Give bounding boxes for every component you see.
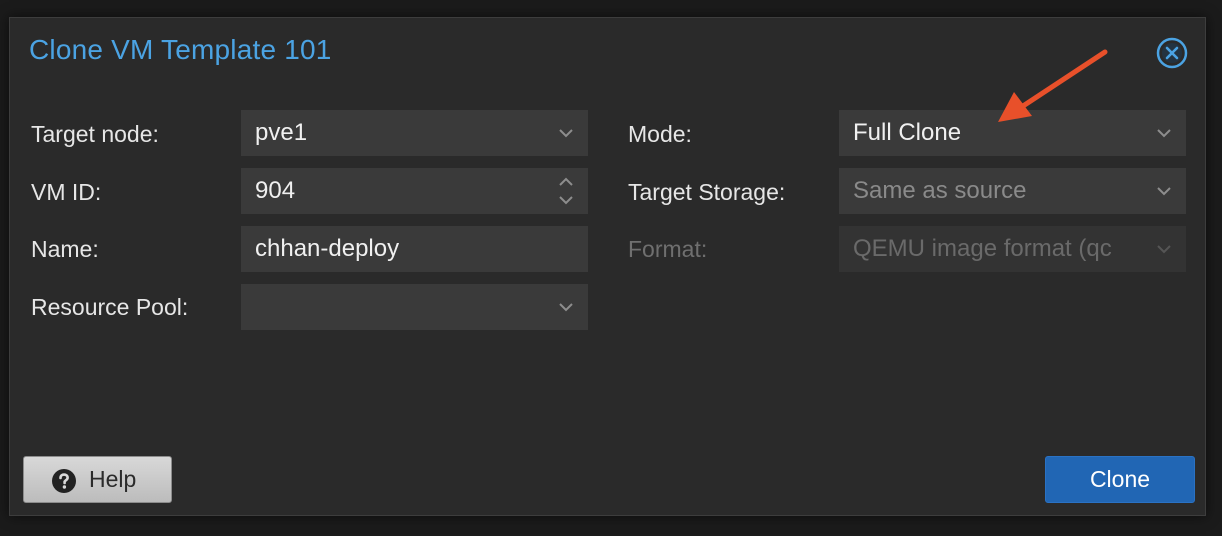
name-label: Name:: [31, 236, 99, 262]
target-node-label: Target node:: [31, 121, 159, 147]
question-circle-icon: [52, 469, 76, 493]
close-icon[interactable]: [1156, 37, 1188, 69]
spinner-arrows-icon[interactable]: [556, 174, 576, 208]
mode-select[interactable]: Full Clone: [839, 110, 1186, 156]
help-button[interactable]: Help: [23, 456, 172, 503]
chevron-down-icon[interactable]: [1154, 181, 1174, 201]
clone-vm-dialog: Clone VM Template 101 Target node: pve1 …: [9, 17, 1206, 516]
format-label: Format:: [628, 236, 708, 262]
vm-id-label: VM ID:: [31, 179, 102, 205]
vm-id-input[interactable]: 904: [241, 168, 588, 214]
mode-label: Mode:: [628, 121, 692, 147]
chevron-down-icon[interactable]: [556, 297, 576, 317]
target-node-select[interactable]: pve1: [241, 110, 588, 156]
resource-pool-select[interactable]: [241, 284, 588, 330]
format-select: QEMU image format (qc: [839, 226, 1186, 272]
resource-pool-label: Resource Pool:: [31, 294, 189, 320]
name-input[interactable]: chhan-deploy: [241, 226, 588, 272]
dialog-title: Clone VM Template 101: [29, 34, 332, 65]
clone-button[interactable]: Clone: [1045, 456, 1195, 503]
chevron-down-icon: [1157, 245, 1171, 254]
target-storage-label: Target Storage:: [628, 179, 786, 205]
chevron-down-icon[interactable]: [1154, 123, 1174, 143]
vm-id-value: 904: [255, 177, 296, 204]
help-button-label: Help: [89, 466, 137, 492]
mode-value: Full Clone: [853, 119, 962, 146]
chevron-down-icon[interactable]: [556, 123, 576, 143]
name-value: chhan-deploy: [255, 235, 400, 262]
format-placeholder: QEMU image format (qc: [853, 235, 1112, 262]
target-storage-select[interactable]: Same as source: [839, 168, 1186, 214]
target-storage-placeholder: Same as source: [853, 177, 1027, 204]
target-node-value: pve1: [255, 119, 308, 146]
